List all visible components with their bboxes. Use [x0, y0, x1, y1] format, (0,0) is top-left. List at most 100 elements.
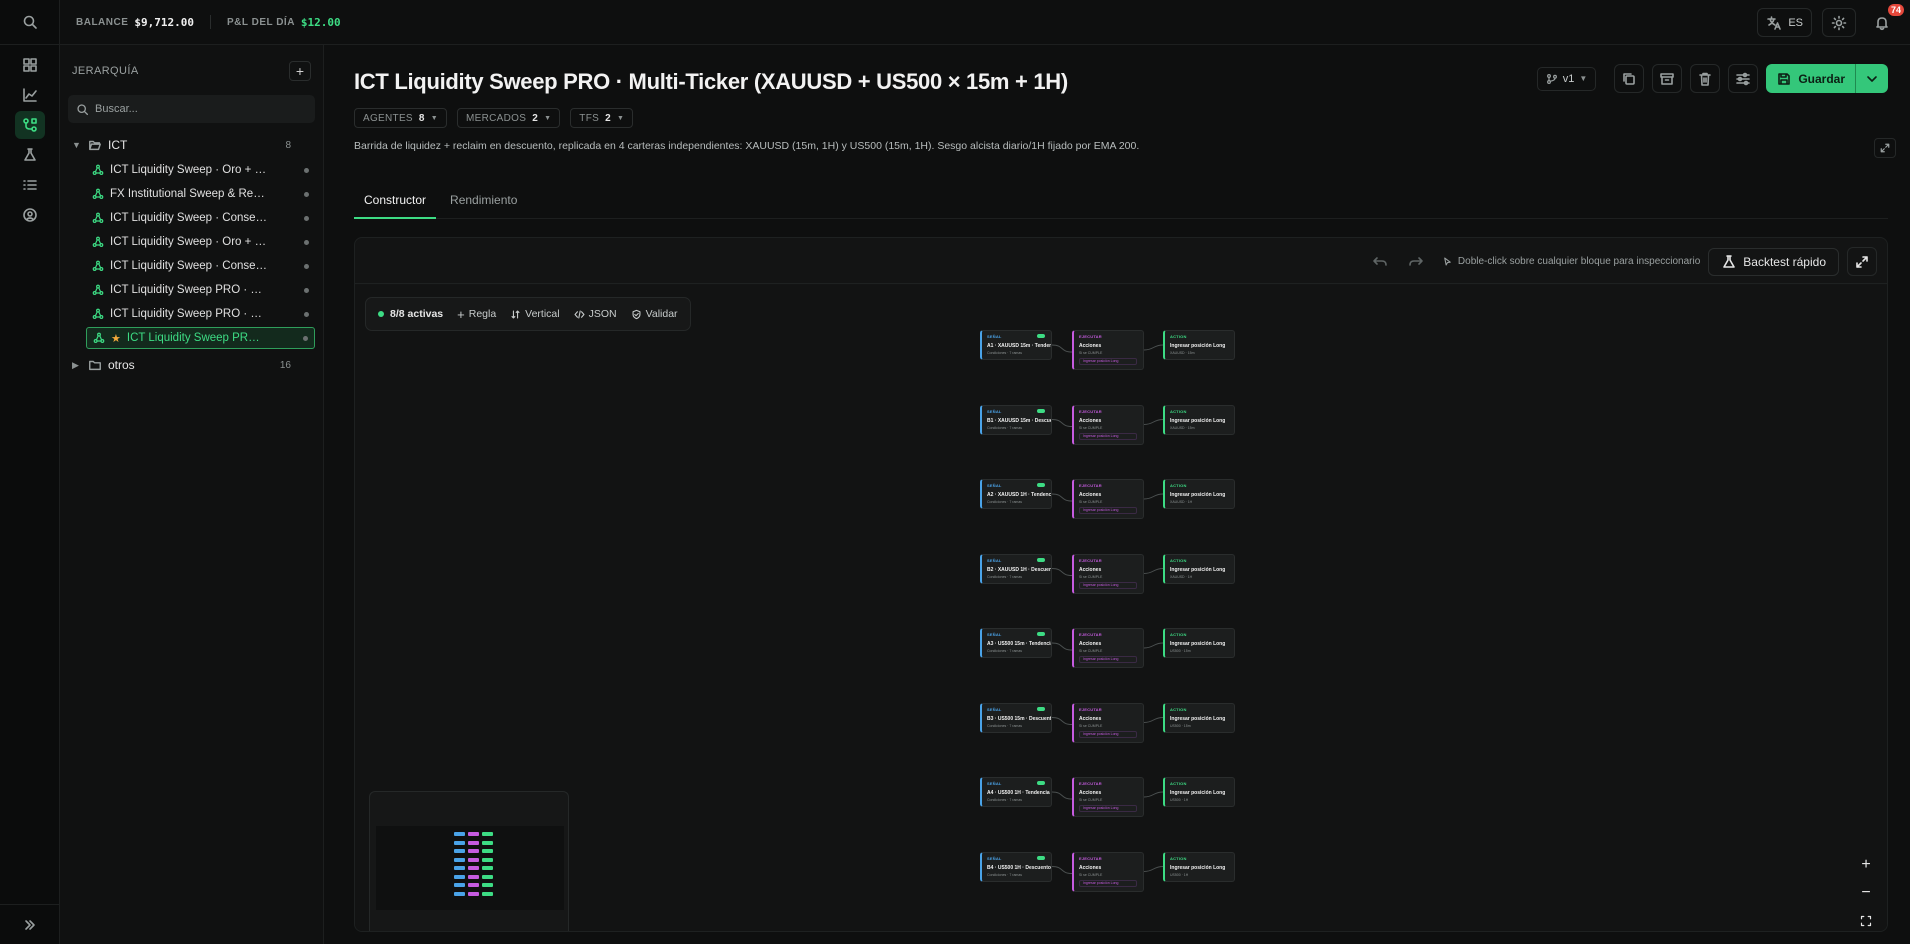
node-title: Acciones	[1079, 492, 1102, 498]
condition-node[interactable]: SEÑAL A3 · US500 15m · Tendencia Fuer... C…	[980, 628, 1052, 658]
node-toggle[interactable]	[1037, 632, 1045, 636]
quick-backtest-button[interactable]: Backtest rápido	[1708, 247, 1839, 276]
action-node[interactable]: ACTION Ingresar posición Long XAUUSD · 15m	[1163, 330, 1235, 360]
nav-analytics-button[interactable]	[15, 81, 45, 109]
expand-sidebar-button[interactable]	[0, 904, 59, 944]
sidebar-item-strategy[interactable]: ICT Liquidity Sweep PRO · 15...	[86, 303, 315, 325]
node-action-chip: Ingresar posición Long	[1079, 581, 1137, 589]
condition-node[interactable]: SEÑAL A4 · US500 1H · Tendencia Fuert... C…	[980, 777, 1052, 807]
expand-description-button[interactable]	[1874, 138, 1896, 158]
duplicate-button[interactable]	[1614, 64, 1645, 93]
node-toggle[interactable]	[1037, 855, 1045, 860]
executor-node[interactable]: EJECUTAR Acciones Si se CUMPLE Ingresar pos…	[1072, 553, 1144, 594]
sidebar-item-strategy[interactable]: FX Institutional Sweep & Recl...	[86, 183, 315, 205]
folder-icon	[89, 360, 101, 371]
condition-node[interactable]: SEÑAL A1 · XAUUSD 15m · Tendencia Fu... Co…	[980, 330, 1052, 360]
node-title: A3 · US500 15m · Tendencia Fuer...	[987, 641, 1051, 647]
sidebar-item-strategy[interactable]: ICT Liquidity Sweep · Oro + S...	[86, 159, 315, 181]
save-options-button[interactable]	[1856, 64, 1888, 93]
tab-constructor[interactable]: Constructor	[354, 189, 437, 219]
executor-node[interactable]: EJECUTAR Acciones Si se CUMPLE Ingresar pos…	[1072, 777, 1144, 817]
executor-node[interactable]: EJECUTAR Acciones Si se CUMPLE Ingresar pos…	[1072, 851, 1144, 892]
zoom-out-button[interactable]: −	[1855, 883, 1877, 903]
action-node[interactable]: ACTION Ingresar posición Long XAUUSD · 1H	[1163, 479, 1235, 509]
validate-button[interactable]: Validar	[631, 308, 678, 320]
delete-button[interactable]	[1690, 64, 1721, 93]
action-node[interactable]: ACTION Ingresar posición Long US500 · 1H	[1163, 777, 1235, 807]
settings-button[interactable]	[1728, 64, 1759, 93]
flow-canvas[interactable]: 8/8 activas + Regla Vertical JSON Validar…	[355, 285, 1887, 931]
sidebar-item-strategy[interactable]: ★ ICT Liquidity Sweep PRO ...	[86, 327, 315, 349]
chevron-down-icon[interactable]: ▼	[72, 140, 82, 150]
sidebar-item-strategy[interactable]: ICT Liquidity Sweep PRO · 15...	[86, 279, 315, 301]
action-node[interactable]: ACTION Ingresar posición Long XAUUSD · 1H	[1163, 553, 1235, 584]
canvas-toolbar: 8/8 activas + Regla Vertical JSON Validar	[365, 297, 691, 331]
tab-rendimiento[interactable]: Rendimiento	[440, 189, 527, 219]
condition-node[interactable]: SEÑAL B2 · XAUUSD 1H · Descuento Sin...Co…	[980, 553, 1052, 584]
timeframes-pill[interactable]: TFS 2 ▼	[570, 108, 634, 128]
action-node[interactable]: ACTION Ingresar posición Long US500 · 15m	[1163, 702, 1235, 733]
minimap[interactable]	[369, 791, 569, 931]
node-toggle[interactable]	[1037, 557, 1045, 562]
save-button[interactable]: Guardar	[1766, 64, 1888, 93]
markets-pill[interactable]: MERCADOS 2 ▼	[457, 108, 561, 128]
star-icon[interactable]: ★	[111, 332, 121, 345]
active-status: 8/8 activas	[378, 308, 443, 320]
sidebar-item-strategy[interactable]: ICT Liquidity Sweep · Oro + S...	[86, 231, 315, 253]
executor-node[interactable]: EJECUTAR Acciones Si se CUMPLE Ingresar pos…	[1072, 479, 1144, 519]
fit-view-button[interactable]	[1855, 911, 1877, 931]
add-folder-button[interactable]: +	[289, 61, 311, 81]
pill-label: TFS	[579, 112, 600, 124]
vertical-layout-button[interactable]: Vertical	[510, 308, 560, 320]
condition-node[interactable]: SEÑAL B3 · US500 15m · Descuento Sin...Co…	[980, 702, 1052, 733]
node-subtitle: Condiciones · 7 ramas	[987, 425, 1023, 430]
json-button[interactable]: JSON	[574, 308, 617, 320]
node-toggle[interactable]	[1037, 408, 1045, 413]
add-rule-button[interactable]: + Regla	[457, 307, 496, 322]
executor-node[interactable]: EJECUTAR Acciones Si se CUMPLE Ingresar pos…	[1072, 628, 1144, 668]
executor-node[interactable]: EJECUTAR Acciones Si se CUMPLE Ingresar pos…	[1072, 330, 1144, 370]
sidebar-item-strategy[interactable]: ICT Liquidity Sweep · Conser...	[86, 207, 315, 229]
search-button[interactable]	[0, 0, 59, 45]
sidebar-item-strategy[interactable]: ICT Liquidity Sweep · Conser...	[86, 255, 315, 277]
fullscreen-button[interactable]	[1847, 247, 1877, 276]
node-subtitle: Si se CUMPLE	[1079, 574, 1103, 579]
action-node[interactable]: ACTION Ingresar posición Long XAUUSD · 15m	[1163, 404, 1235, 435]
condition-node[interactable]: SEÑAL B1 · XAUUSD 15m · Descuento Si...Co…	[980, 404, 1052, 435]
agents-pill[interactable]: AGENTES 8 ▼	[354, 108, 447, 128]
nav-list-button[interactable]	[15, 171, 45, 199]
node-toggle[interactable]	[1037, 706, 1045, 711]
nav-lab-button[interactable]	[15, 141, 45, 169]
folder-ict[interactable]: ▼ ICT 8	[60, 133, 323, 157]
undo-button[interactable]	[1366, 249, 1394, 275]
executor-node[interactable]: EJECUTAR Acciones Si se CUMPLE Ingresar pos…	[1072, 404, 1144, 445]
chevron-right-icon[interactable]: ▶	[72, 360, 82, 371]
action-node[interactable]: ACTION Ingresar posición Long US500 · 15m	[1163, 628, 1235, 658]
node-toggle[interactable]	[1037, 781, 1045, 785]
minimap-node	[468, 832, 479, 836]
redo-button[interactable]	[1402, 249, 1430, 275]
node-tag: ACTION	[1170, 483, 1187, 488]
connector-lines	[1051, 344, 1164, 874]
version-select[interactable]: v1 ▼	[1536, 66, 1597, 91]
pnl-label: P&L DEL DÍA	[227, 16, 295, 28]
archive-button[interactable]	[1652, 64, 1683, 93]
node-subtitle: Si se CUMPLE	[1079, 798, 1103, 802]
condition-node[interactable]: SEÑAL B4 · US500 1H · Descuento Sin T...C…	[980, 851, 1052, 882]
node-title: Ingresar posición Long	[1170, 790, 1226, 796]
action-node[interactable]: ACTION Ingresar posición Long US500 · 1H	[1163, 851, 1235, 882]
executor-node[interactable]: EJECUTAR Acciones Si se CUMPLE Ingresar pos…	[1072, 702, 1144, 743]
theme-toggle-button[interactable]	[1822, 8, 1856, 37]
node-toggle[interactable]	[1037, 334, 1045, 338]
node-toggle[interactable]	[1037, 483, 1045, 487]
nav-strategies-button[interactable]	[14, 111, 45, 139]
zoom-in-button[interactable]: +	[1855, 855, 1877, 875]
node-subtitle: XAUUSD · 15m	[1170, 425, 1195, 430]
folder-otros[interactable]: ▶ otros 16	[60, 353, 323, 377]
nav-profile-button[interactable]	[15, 201, 45, 229]
language-button[interactable]: ES	[1757, 8, 1812, 37]
nav-dashboard-button[interactable]	[15, 51, 45, 79]
condition-node[interactable]: SEÑAL A2 · XAUUSD 1H · Tendencia Fue... Co…	[980, 479, 1052, 509]
search-input[interactable]	[95, 103, 275, 115]
notifications-button[interactable]: 74	[1866, 4, 1904, 37]
